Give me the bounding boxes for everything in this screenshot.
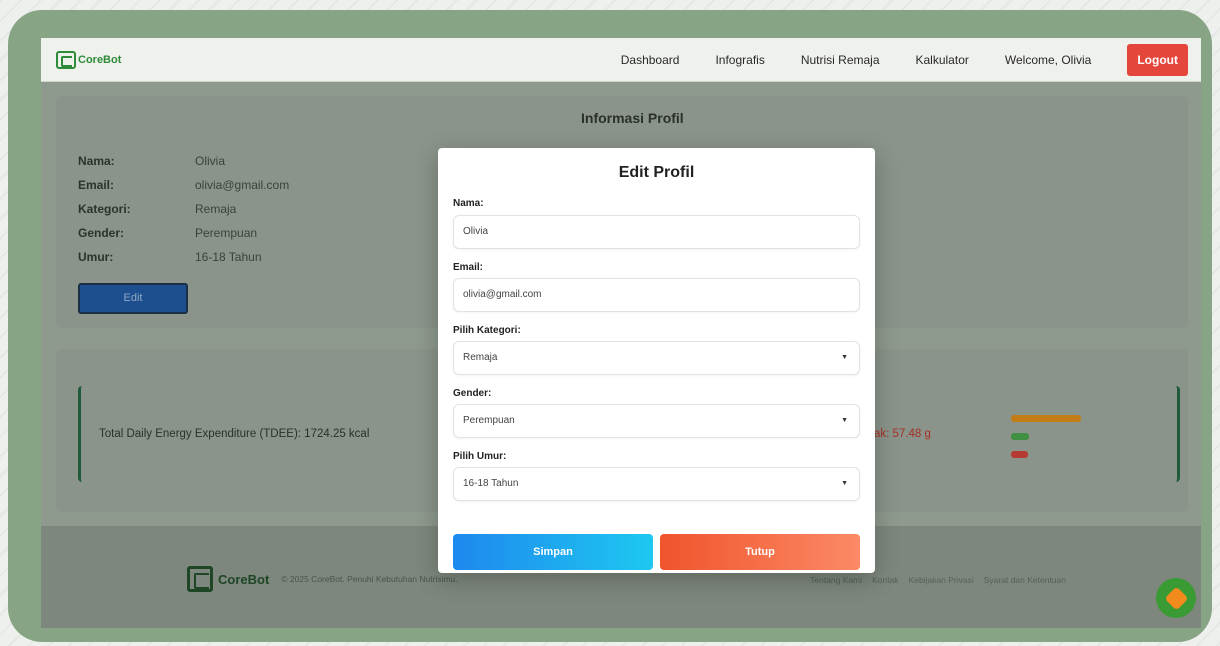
chevron-down-icon: ▼: [841, 354, 848, 361]
chatbot-button[interactable]: [1156, 578, 1196, 618]
name-input[interactable]: Olivia: [453, 215, 860, 249]
age-label: Pilih Umur:: [453, 451, 507, 462]
profile-label: Email:: [78, 178, 115, 192]
gender-label: Gender:: [453, 388, 492, 399]
nav-links: Dashboard Infografis Nutrisi Remaja Kalk…: [621, 43, 1201, 76]
save-button[interactable]: Simpan: [453, 534, 653, 570]
profile-card-title: Informasi Profil: [581, 110, 684, 126]
profile-label: Kategori:: [78, 202, 131, 216]
corebot-logo-icon: [187, 566, 213, 592]
chevron-down-icon: ▼: [841, 417, 848, 424]
macro-bar-green: [1011, 433, 1029, 440]
corebot-logo-icon: [56, 50, 76, 69]
footer-link-tentang[interactable]: Tentang Kami: [810, 575, 862, 585]
profile-row-gender: Gender: Perempuan: [78, 226, 257, 240]
app-screen: CoreBot Dashboard Infografis Nutrisi Rem…: [41, 38, 1201, 628]
footer-link-syarat[interactable]: Syarat dan Ketentuan: [984, 575, 1066, 585]
footer-logo: CoreBot © 2025 CoreBot. Penuhi Kebutuhan…: [187, 566, 458, 592]
tdee-summary: Total Daily Energy Expenditure (TDEE): 1…: [99, 428, 369, 440]
logo-text: CoreBot: [78, 53, 122, 66]
category-select[interactable]: Remaja ▼: [453, 341, 860, 375]
navbar: CoreBot Dashboard Infografis Nutrisi Rem…: [41, 38, 1201, 82]
category-label: Pilih Kategori:: [453, 325, 521, 336]
nav-kalkulator[interactable]: Kalkulator: [916, 53, 969, 67]
footer-logo-text: CoreBot: [218, 571, 270, 587]
footer-links: Tentang Kami Kontak Kebijakan Privasi Sy…: [800, 575, 1066, 585]
profile-row-name: Nama: Olivia: [78, 154, 225, 168]
profile-value: Perempuan: [195, 226, 258, 240]
profile-value: olivia@gmail.com: [195, 178, 290, 192]
profile-value: Olivia: [195, 154, 226, 168]
category-select-value: Remaja: [463, 352, 498, 363]
email-label: Email:: [453, 262, 484, 273]
profile-value: Remaja: [195, 202, 237, 216]
gender-select[interactable]: Perempuan ▼: [453, 404, 860, 438]
macro-bar-red: [1011, 451, 1028, 458]
age-select-value: 16-18 Tahun: [463, 478, 519, 489]
footer-link-privasi[interactable]: Kebijakan Privasi: [909, 575, 974, 585]
tdee-label: Total Daily Energy Expenditure (TDEE):: [99, 428, 301, 440]
profile-label: Nama:: [78, 154, 115, 168]
nav-nutrisi-remaja[interactable]: Nutrisi Remaja: [801, 53, 880, 67]
age-select[interactable]: 16-18 Tahun ▼: [453, 467, 860, 501]
corebot-logo[interactable]: CoreBot: [56, 50, 122, 69]
profile-row-age: Umur: 16-18 Tahun: [78, 250, 262, 264]
profile-label: Umur:: [78, 250, 114, 264]
profile-row-category: Kategori: Remaja: [78, 202, 236, 216]
tdee-value: 1724.25 kcal: [304, 428, 370, 440]
footer-link-kontak[interactable]: Kontak: [872, 575, 898, 585]
profile-value: 16-18 Tahun: [195, 250, 262, 264]
gender-select-value: Perempuan: [463, 415, 515, 426]
close-button[interactable]: Tutup: [660, 534, 860, 570]
logout-button[interactable]: Logout: [1127, 43, 1188, 76]
profile-label: Gender:: [78, 226, 125, 240]
welcome-user[interactable]: Welcome, Olivia: [1005, 53, 1091, 67]
nav-dashboard[interactable]: Dashboard: [621, 53, 680, 67]
device-frame: CoreBot Dashboard Infografis Nutrisi Rem…: [8, 10, 1212, 642]
chevron-down-icon: ▼: [841, 480, 848, 487]
email-input[interactable]: olivia@gmail.com: [453, 278, 860, 312]
name-label: Nama:: [453, 198, 484, 209]
edit-profile-modal: Edit Profil Nama: Olivia Email: olivia@g…: [438, 148, 875, 573]
footer-copyright: © 2025 CoreBot. Penuhi Kebutuhan Nutrisi…: [281, 574, 458, 584]
fat-value: 57.48 g: [892, 428, 931, 440]
profile-row-email: Email: olivia@gmail.com: [78, 178, 289, 192]
edit-profile-button[interactable]: Edit: [78, 283, 188, 314]
macro-bar-orange: [1011, 415, 1081, 422]
nav-infografis[interactable]: Infografis: [715, 53, 764, 67]
modal-title: Edit Profil: [618, 164, 695, 181]
chatbot-icon: [1163, 585, 1189, 611]
